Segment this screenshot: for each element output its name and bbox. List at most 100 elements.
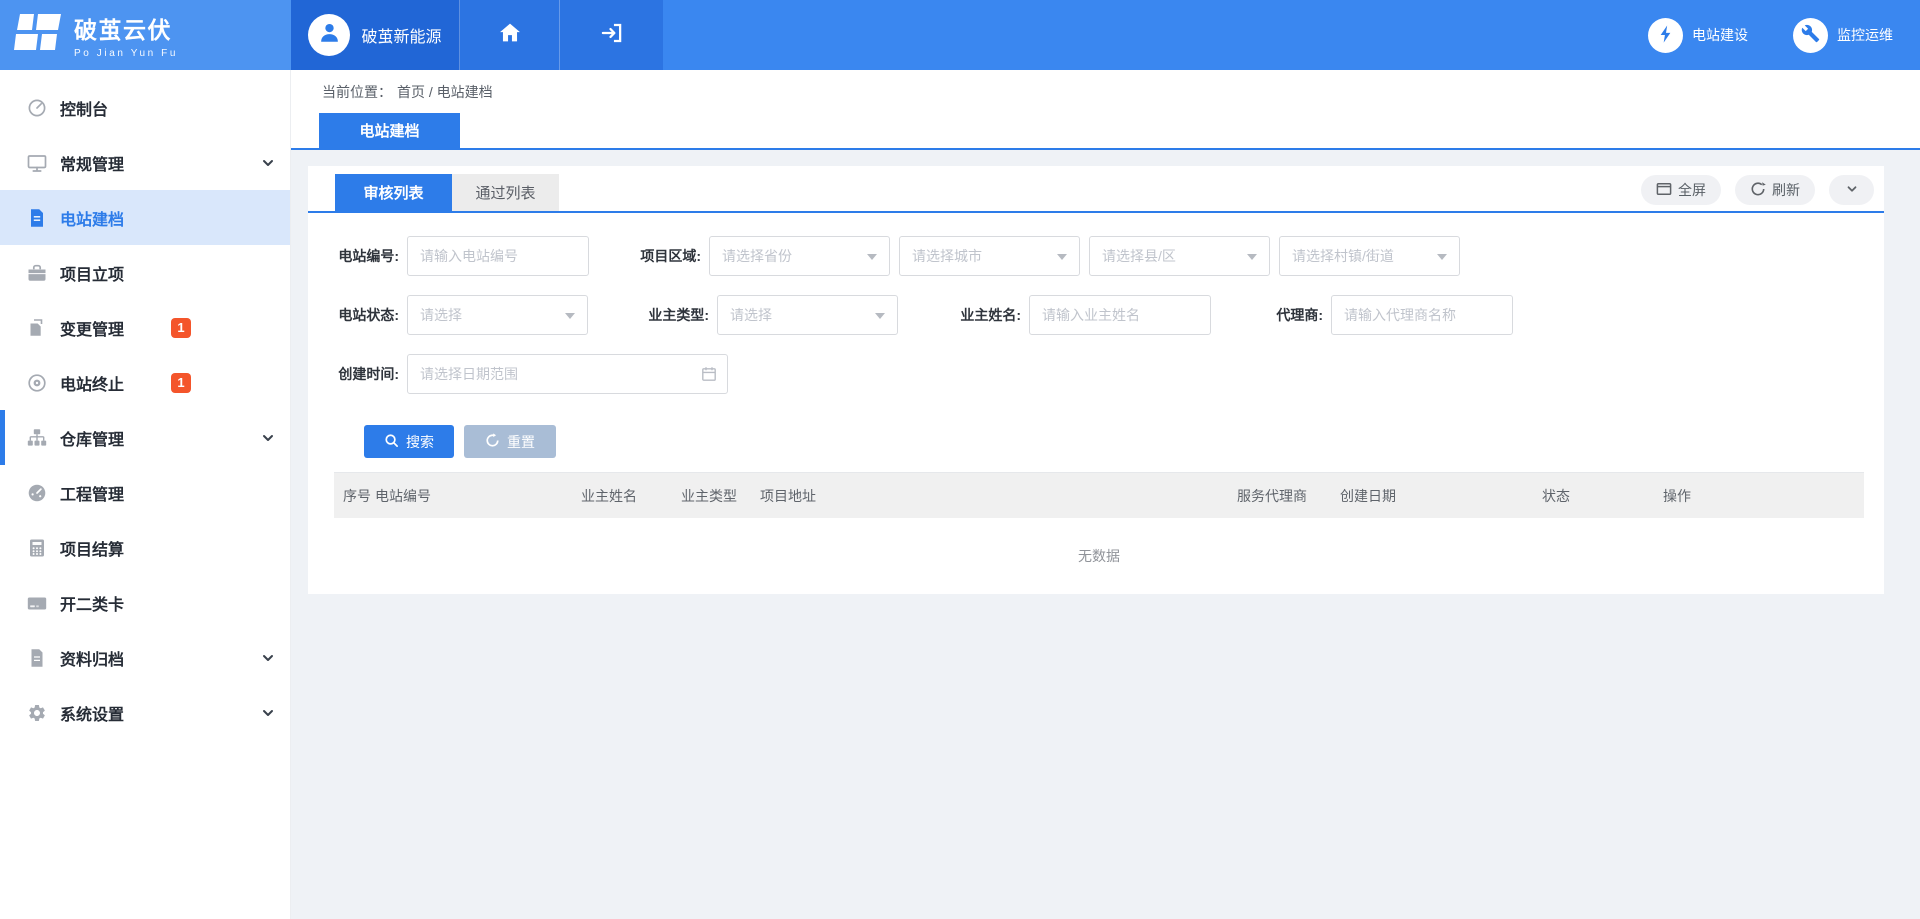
chevron-down-icon — [261, 706, 275, 720]
reset-button[interactable]: 重置 — [464, 425, 556, 458]
nav-station-build-label: 电站建设 — [1692, 25, 1748, 45]
sidebar-item-console[interactable]: 控制台 — [0, 80, 290, 135]
table-empty-state: 无数据 — [334, 518, 1864, 594]
province-select[interactable]: 请选择省份 — [709, 236, 890, 276]
status-badge: 1 — [171, 318, 191, 338]
sidebar-item-label: 工程管理 — [60, 481, 124, 505]
owner-name-input[interactable] — [1029, 295, 1211, 335]
sidebar-item-label: 资料归档 — [60, 646, 124, 670]
sidebar-item-project-settlement[interactable]: 项目结算 — [0, 520, 290, 575]
panel-tab-bar: 审核列表 通过列表 全屏 — [308, 166, 1884, 213]
town-select[interactable]: 请选择村镇/街道 — [1279, 236, 1460, 276]
station-status-select[interactable]: 请选择 — [407, 295, 588, 335]
collapse-button[interactable] — [1829, 175, 1874, 205]
search-button[interactable]: 搜索 — [364, 425, 454, 458]
record-icon — [27, 373, 47, 393]
breadcrumb-path: 首页 / 电站建档 — [397, 82, 493, 102]
table-header-row: 序号 电站编号 业主姓名 业主类型 项目地址 服务代理商 创建日期 状态 操作 — [334, 472, 1864, 518]
col-create-date: 创建日期 — [1340, 486, 1542, 506]
file-icon — [27, 648, 47, 668]
calendar-icon — [701, 366, 717, 382]
gauge-icon — [27, 98, 47, 118]
chevron-down-icon — [261, 156, 275, 170]
station-no-input[interactable] — [407, 236, 589, 276]
caret-down-icon — [1437, 254, 1447, 265]
col-service-agent: 服务代理商 — [1237, 486, 1340, 506]
nav-monitor-ops[interactable]: 监控运维 — [1793, 18, 1893, 53]
refresh-icon — [1750, 181, 1766, 200]
sidebar-item-label: 控制台 — [60, 96, 108, 120]
home-button[interactable] — [460, 0, 560, 70]
brand-title: 破茧云伏 — [74, 11, 178, 45]
monitor-icon — [27, 153, 47, 173]
user-name: 破茧新能源 — [361, 23, 441, 47]
city-select[interactable]: 请选择城市 — [899, 236, 1080, 276]
sidebar-item-label: 变更管理 — [60, 316, 124, 340]
briefcase-icon — [27, 263, 47, 283]
tab-station-archive[interactable]: 电站建档 — [319, 113, 460, 148]
col-station-no: 电站编号 — [375, 486, 581, 506]
col-index: 序号 — [334, 486, 375, 506]
sidebar-item-label: 电站终止 — [60, 371, 124, 395]
tab-passed-list[interactable]: 通过列表 — [452, 174, 559, 211]
col-actions: 操作 — [1663, 486, 1864, 506]
sidebar-item-engineering-mgmt[interactable]: 工程管理 — [0, 465, 290, 520]
sidebar-item-label: 电站建档 — [60, 206, 124, 230]
chevron-down-icon — [1845, 182, 1859, 199]
header-nav: 电站建设 监控运维 — [663, 0, 1920, 70]
refresh-button[interactable]: 刷新 — [1735, 175, 1815, 205]
calculator-icon — [27, 538, 47, 558]
date-range-input[interactable] — [408, 366, 727, 382]
user-avatar-icon — [316, 19, 343, 51]
card-icon — [27, 593, 47, 613]
solar-panel-logo-icon — [14, 12, 62, 59]
reset-icon — [485, 433, 500, 451]
caret-down-icon — [867, 254, 877, 265]
status-badge: 1 — [171, 373, 191, 393]
brand-subtitle: Po Jian Yun Fu — [74, 48, 178, 59]
logout-button[interactable] — [560, 0, 663, 70]
col-owner-type: 业主类型 — [681, 486, 760, 506]
main-area: 当前位置： 首页 / 电站建档 电站建档 审核列表 通过列表 — [291, 70, 1920, 919]
nav-monitor-ops-label: 监控运维 — [1837, 25, 1893, 45]
filter-actions: 搜索 重置 — [364, 425, 1884, 458]
sidebar-item-warehouse-mgmt[interactable]: 仓库管理 — [0, 410, 290, 465]
caret-down-icon — [1057, 254, 1067, 265]
sidebar-item-label: 系统设置 — [60, 701, 124, 725]
sidebar-item-project-initiation[interactable]: 项目立项 — [0, 245, 290, 300]
station-no-label: 电站编号: — [336, 246, 399, 266]
owner-name-label: 业主姓名: — [958, 305, 1021, 325]
copy-icon — [27, 318, 47, 338]
caret-down-icon — [1247, 254, 1257, 265]
top-header: 破茧云伏 Po Jian Yun Fu 破茧新能源 — [0, 0, 1920, 70]
sidebar-item-general-mgmt[interactable]: 常规管理 — [0, 135, 290, 190]
brand-logo: 破茧云伏 Po Jian Yun Fu — [0, 0, 291, 70]
date-range-picker[interactable] — [407, 354, 728, 394]
fullscreen-button[interactable]: 全屏 — [1641, 175, 1721, 205]
current-user-button[interactable]: 破茧新能源 — [291, 0, 460, 70]
fullscreen-icon — [1656, 181, 1672, 200]
sitemap-icon — [27, 428, 47, 448]
chevron-down-icon — [261, 651, 275, 665]
sidebar-item-station-archive[interactable]: 电站建档 — [0, 190, 290, 245]
sidebar-item-station-termination[interactable]: 电站终止 1 — [0, 355, 290, 410]
chevron-down-icon — [261, 431, 275, 445]
filter-row-2: 电站状态: 请选择 业主类型: 请选择 业主姓名: — [336, 295, 1884, 335]
owner-type-select[interactable]: 请选择 — [717, 295, 898, 335]
content-area: 审核列表 通过列表 全屏 — [291, 150, 1920, 919]
sidebar-item-data-archive[interactable]: 资料归档 — [0, 630, 290, 685]
sidebar-item-change-mgmt[interactable]: 变更管理 1 — [0, 300, 290, 355]
nav-station-build[interactable]: 电站建设 — [1648, 18, 1748, 53]
breadcrumb: 当前位置： 首页 / 电站建档 — [291, 70, 1920, 113]
sidebar-item-open-type2-card[interactable]: 开二类卡 — [0, 575, 290, 630]
filter-row-1: 电站编号: 项目区域: 请选择省份 请选择城市 — [336, 236, 1884, 276]
tab-review-list[interactable]: 审核列表 — [335, 174, 452, 211]
sidebar-item-label: 项目结算 — [60, 536, 124, 560]
sidebar-item-system-settings[interactable]: 系统设置 — [0, 685, 290, 740]
lightning-icon — [1656, 24, 1676, 47]
caret-down-icon — [565, 313, 575, 324]
county-select[interactable]: 请选择县/区 — [1089, 236, 1270, 276]
agent-input[interactable] — [1331, 295, 1513, 335]
create-time-label: 创建时间: — [336, 364, 399, 384]
document-icon — [27, 208, 47, 228]
